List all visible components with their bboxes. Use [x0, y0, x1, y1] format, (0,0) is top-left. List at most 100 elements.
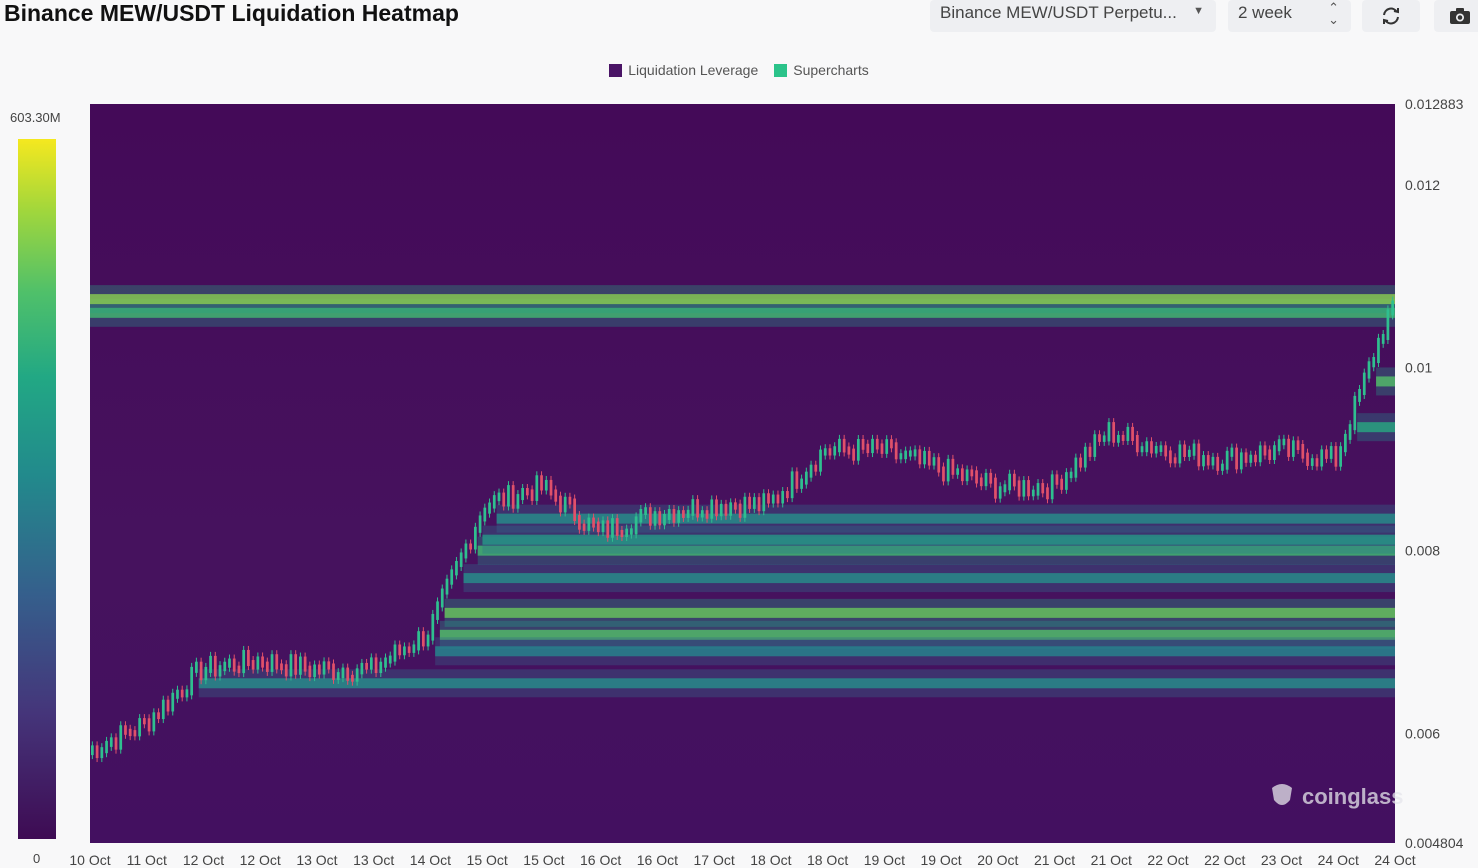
- candle: [105, 740, 108, 754]
- candle: [1187, 449, 1191, 457]
- candle: [875, 438, 879, 450]
- candle: [109, 737, 113, 747]
- candle: [303, 656, 307, 672]
- watermark: coinglass: [1268, 782, 1403, 812]
- liquidation-band-glow: [198, 669, 1395, 698]
- candle: [601, 520, 605, 533]
- candle: [1367, 361, 1371, 379]
- heatmap-chart[interactable]: 0.012883 0.012 0.01 0.008 0.006 0.004804 10 O…: [0, 0, 1478, 868]
- x-tick-label: 14 Oct: [410, 852, 451, 868]
- candle: [568, 496, 572, 505]
- candle: [672, 509, 676, 523]
- candle: [1320, 449, 1324, 467]
- coinglass-logo-icon: [1272, 784, 1292, 805]
- candle: [804, 471, 808, 485]
- x-tick-label: 19 Oct: [864, 852, 905, 868]
- candle: [696, 499, 699, 518]
- candle: [171, 692, 175, 712]
- candle: [421, 631, 425, 647]
- candle: [1239, 452, 1243, 470]
- candle: [1027, 480, 1030, 497]
- candle: [866, 443, 870, 454]
- candle: [852, 448, 855, 461]
- candle: [265, 661, 269, 672]
- candle: [119, 725, 123, 750]
- candle: [1159, 445, 1163, 452]
- x-tick-label: 18 Oct: [807, 852, 848, 868]
- candle: [1192, 443, 1196, 456]
- candle: [1183, 444, 1186, 457]
- candle: [322, 661, 326, 675]
- y-tick-label: 0.012: [1405, 177, 1440, 193]
- candle: [516, 494, 520, 509]
- candle: [483, 507, 487, 522]
- candle: [956, 468, 959, 475]
- candle: [752, 497, 756, 509]
- candle: [871, 438, 874, 454]
- candle: [195, 661, 198, 673]
- candle: [507, 485, 510, 507]
- candle: [388, 655, 392, 664]
- candle: [970, 469, 974, 477]
- candle: [299, 656, 302, 675]
- candle: [511, 485, 515, 509]
- candle: [530, 489, 534, 501]
- candle: [313, 664, 316, 678]
- candle: [1112, 422, 1116, 443]
- candle: [1235, 447, 1238, 470]
- candle: [1334, 446, 1338, 467]
- candle: [984, 472, 988, 487]
- candle: [653, 511, 657, 526]
- candle: [1353, 395, 1357, 431]
- candle: [724, 503, 728, 516]
- candle: [894, 442, 898, 460]
- candle: [1126, 426, 1130, 441]
- candle: [360, 662, 364, 675]
- candle: [923, 450, 926, 465]
- candle: [1046, 487, 1049, 500]
- x-tick-label: 24 Oct: [1318, 852, 1359, 868]
- candle: [431, 613, 435, 641]
- watermark-text: coinglass: [1302, 784, 1404, 809]
- candle: [1206, 455, 1210, 466]
- candle: [1339, 446, 1342, 467]
- candle: [540, 475, 543, 491]
- x-tick-label: 12 Oct: [183, 852, 224, 868]
- candle: [1372, 357, 1376, 368]
- candle: [445, 578, 449, 595]
- candle: [209, 655, 212, 673]
- candle: [1031, 489, 1035, 497]
- candle: [398, 644, 402, 656]
- candle: [1107, 422, 1111, 442]
- candle: [256, 656, 260, 670]
- candle: [473, 526, 477, 550]
- candle: [994, 477, 997, 499]
- x-tick-label: 10 Oct: [69, 852, 110, 868]
- candle: [478, 515, 482, 533]
- candle: [1036, 483, 1040, 496]
- candle: [450, 569, 454, 585]
- candle: [1083, 446, 1087, 468]
- candle: [842, 438, 846, 453]
- candle: [1287, 438, 1290, 457]
- candle: [124, 725, 127, 735]
- candle: [459, 552, 463, 567]
- candle: [469, 543, 472, 550]
- candle: [185, 689, 189, 698]
- candle: [228, 658, 231, 668]
- candle: [161, 699, 165, 720]
- candle: [1093, 434, 1097, 457]
- candle: [1135, 434, 1139, 453]
- candle: [1013, 473, 1016, 487]
- candle: [890, 439, 893, 449]
- candle: [592, 517, 595, 528]
- candle: [771, 494, 775, 504]
- candle: [965, 469, 969, 482]
- candle: [393, 644, 397, 662]
- candle: [1225, 450, 1229, 470]
- candle: [762, 493, 766, 512]
- candle: [611, 518, 614, 538]
- x-tick-label: 13 Oct: [296, 852, 337, 868]
- candle: [1178, 444, 1182, 464]
- candle: [1211, 456, 1215, 466]
